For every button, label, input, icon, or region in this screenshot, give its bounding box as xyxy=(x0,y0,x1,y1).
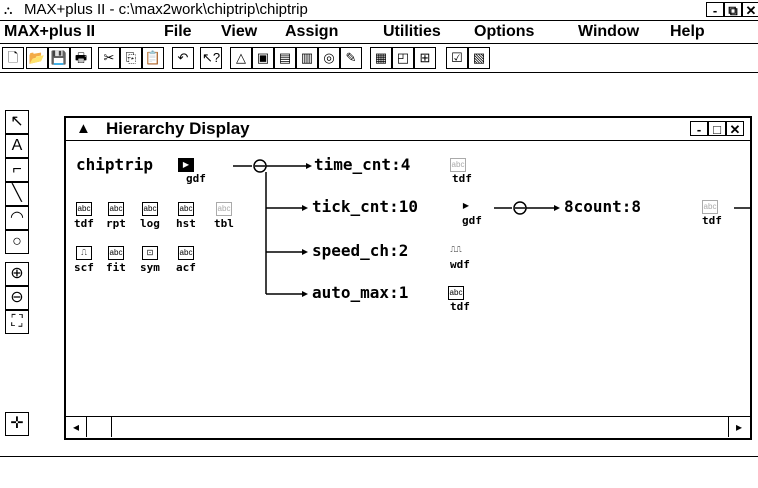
menu-maxplus[interactable]: MAX+plus II xyxy=(4,22,95,42)
file-label: acf xyxy=(176,261,196,274)
status-bar xyxy=(0,456,758,488)
app-icon[interactable]: ⛬ xyxy=(4,2,22,18)
wdf-file-icon[interactable]: ⎍⎍ xyxy=(448,244,464,258)
node-type: tdf xyxy=(450,300,470,313)
zoom-in-icon[interactable]: ⊕ xyxy=(5,262,29,286)
root-node-label[interactable]: chiptrip xyxy=(76,156,153,174)
cut-icon[interactable]: ✂ xyxy=(98,47,120,69)
save-icon[interactable]: 💾 xyxy=(48,47,70,69)
node-type: gdf xyxy=(462,214,482,227)
menu-utilities[interactable]: Utilities xyxy=(383,22,441,42)
scroll-right-icon[interactable]: ▸ xyxy=(728,417,749,437)
child-node-auto-max[interactable]: auto_max:1 xyxy=(312,284,408,302)
window-title: MAX+plus II - c:\max2work\chiptrip\chipt… xyxy=(24,1,308,18)
node-type: wdf xyxy=(450,258,470,271)
menu-assign[interactable]: Assign xyxy=(285,22,338,42)
menu-file[interactable]: File xyxy=(164,22,192,42)
circle-tool-icon[interactable]: ○ xyxy=(5,230,29,254)
close-button[interactable]: ✕ xyxy=(742,2,758,18)
tdf-file-icon[interactable]: abc xyxy=(448,286,464,300)
tool-palette: ↖ A ⌐ ╲ ◠ ○ ⊕ ⊖ ⛶ ✛ xyxy=(2,110,30,440)
arc-tool-icon[interactable]: ◠ xyxy=(5,206,29,230)
restore-button[interactable]: ⧉ xyxy=(724,2,742,18)
program-icon[interactable]: ✎ xyxy=(340,47,362,69)
child-node-speed-ch[interactable]: speed_ch:2 xyxy=(312,242,408,260)
rpt-file-icon[interactable]: abc xyxy=(108,202,124,216)
file-label: rpt xyxy=(106,217,126,230)
timing-icon[interactable]: ◎ xyxy=(318,47,340,69)
child-node-tick-cnt[interactable]: tick_cnt:10 xyxy=(312,198,418,216)
file-label: log xyxy=(140,217,160,230)
hierarchy-icon[interactable]: △ xyxy=(230,47,252,69)
file-label: tbl xyxy=(214,217,234,230)
print-icon[interactable]: 🖶 xyxy=(70,47,92,69)
menu-options[interactable]: Options xyxy=(474,22,534,42)
scroll-thumb[interactable] xyxy=(87,417,112,437)
file-label: scf xyxy=(74,261,94,274)
menu-window[interactable]: Window xyxy=(578,22,639,42)
file-label: hst xyxy=(176,217,196,230)
scf-file-icon[interactable]: ⎍ xyxy=(76,246,92,260)
horizontal-scrollbar[interactable]: ◂ ▸ xyxy=(66,416,750,437)
file-label: tdf xyxy=(74,217,94,230)
undo-icon[interactable]: ↶ xyxy=(172,47,194,69)
menu-view[interactable]: View xyxy=(221,22,257,42)
copy-icon[interactable]: ⎘ xyxy=(120,47,142,69)
scroll-left-icon[interactable]: ◂ xyxy=(66,417,87,437)
paste-icon[interactable]: 📋 xyxy=(142,47,164,69)
file-label: fit xyxy=(106,261,126,274)
open-file-icon[interactable]: 📂 xyxy=(26,47,48,69)
fit-in-window-icon[interactable]: ⛶ xyxy=(5,310,29,334)
root-node-type: gdf xyxy=(186,172,206,185)
menu-bar: MAX+plus II File View Assign Utilities O… xyxy=(0,21,758,44)
node-type: tdf xyxy=(702,214,722,227)
top-of-hierarchy-icon[interactable]: ◰ xyxy=(392,47,414,69)
file-label: sym xyxy=(140,261,160,274)
compile-icon[interactable]: ▤ xyxy=(274,47,296,69)
gdf-file-icon[interactable]: ▶ xyxy=(458,200,474,214)
check-icon[interactable]: ☑ xyxy=(446,47,468,69)
help-pointer-icon[interactable]: ↖? xyxy=(200,47,222,69)
tdf-file-icon[interactable]: abc xyxy=(76,202,92,216)
fit-file-icon[interactable]: abc xyxy=(108,246,124,260)
tbl-file-icon[interactable]: abc xyxy=(216,202,232,216)
hierarchy-display-window: ▲ Hierarchy Display - □ ✕ chiptrip ▶ gdf… xyxy=(64,116,752,440)
report-icon[interactable]: ▧ xyxy=(468,47,490,69)
orthogonal-line-icon[interactable]: ⌐ xyxy=(5,158,29,182)
text-tool-icon[interactable]: A xyxy=(5,134,29,158)
simulate-icon[interactable]: ▥ xyxy=(296,47,318,69)
toolbar: 🗋 📂 💾 🖶 ✂ ⎘ 📋 ↶ ↖? △ ▣ ▤ ▥ ◎ ✎ ▦ ◰ ⊞ ☑ ▧ xyxy=(0,44,758,73)
menu-help[interactable]: Help xyxy=(670,22,705,42)
tdf-file-icon[interactable]: abc xyxy=(702,200,718,214)
hierarchy-tree-icon[interactable]: ⊞ xyxy=(414,47,436,69)
hst-file-icon[interactable]: abc xyxy=(178,202,194,216)
acf-file-icon[interactable]: abc xyxy=(178,246,194,260)
tdf-file-icon[interactable]: abc xyxy=(450,158,466,172)
select-arrow-icon[interactable]: ↖ xyxy=(5,110,29,134)
rubberband-icon[interactable]: ✛ xyxy=(5,412,29,436)
log-file-icon[interactable]: abc xyxy=(142,202,158,216)
minimize-button[interactable]: - xyxy=(706,2,724,18)
floorplan-icon[interactable]: ▣ xyxy=(252,47,274,69)
sym-file-icon[interactable]: ⊡ xyxy=(142,246,158,260)
child-node-8count[interactable]: 8count:8 xyxy=(564,198,641,216)
new-file-icon[interactable]: 🗋 xyxy=(2,47,24,69)
zoom-out-icon[interactable]: ⊖ xyxy=(5,286,29,310)
child-node-time-cnt[interactable]: time_cnt:4 xyxy=(314,156,410,174)
node-type: tdf xyxy=(452,172,472,185)
title-bar: ⛬ MAX+plus II - c:\max2work\chiptrip\chi… xyxy=(0,0,758,21)
gdf-file-icon[interactable]: ▶ xyxy=(178,158,194,172)
open-project-icon[interactable]: ▦ xyxy=(370,47,392,69)
diagonal-line-icon[interactable]: ╲ xyxy=(5,182,29,206)
